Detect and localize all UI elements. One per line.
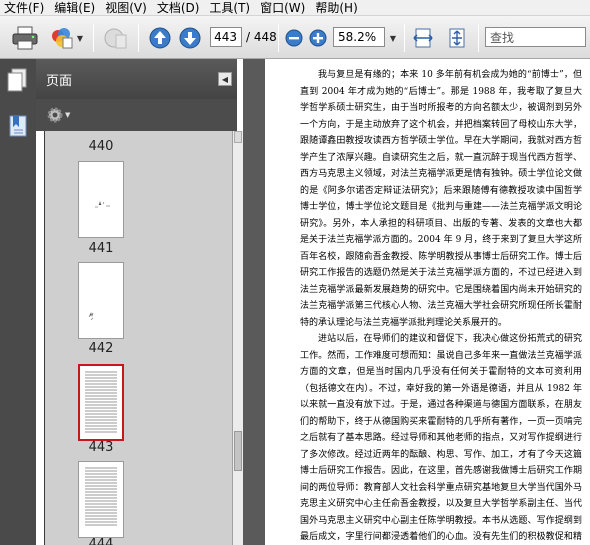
collaborate-button[interactable]: ▼ (46, 24, 86, 52)
document-view[interactable]: 我与复旦是有缘的；本来 10 多年前有机会成为她的“前博士”，但直到 2004 … (265, 59, 590, 545)
arrow-down-icon (179, 27, 201, 49)
scroll-up-arrow[interactable] (234, 131, 242, 143)
thumbnail-preview (95, 200, 110, 208)
zoom-dropdown-button[interactable]: ▼ (386, 28, 400, 48)
thumbnail-label-444: 444 (88, 537, 114, 545)
web-capture-button[interactable] (100, 24, 130, 52)
document-page: 我与复旦是有缘的；本来 10 多年前有机会成为她的“前博士”，但直到 2004 … (300, 67, 582, 545)
chevron-down-icon: ▼ (76, 33, 84, 43)
thumbnail-panel[interactable]: 440 441 442 443 444 (44, 131, 232, 545)
fit-width-button[interactable] (410, 25, 436, 51)
next-page-button[interactable] (178, 25, 202, 51)
page-number-input[interactable]: 443 (210, 27, 242, 47)
fit-page-button[interactable] (444, 25, 470, 51)
print-button[interactable] (10, 24, 40, 52)
navigation-strip (0, 59, 36, 545)
toolbar: ▼ 443 / 448 58.2% ▼ 查找 (0, 16, 590, 59)
toolbar-divider (93, 24, 94, 52)
thumbnail-page-442[interactable] (78, 262, 124, 339)
toolbar-divider (478, 24, 479, 52)
thumbnail-preview (85, 371, 117, 433)
page-total: / 448 (246, 30, 277, 44)
chevron-down-icon: ▼ (389, 33, 397, 43)
menu-file[interactable]: 文件(F) (4, 0, 44, 16)
menu-bar: 文件(F) 编辑(E) 视图(V) 文档(D) 工具(T) 窗口(W) 帮助(H… (0, 0, 590, 16)
menu-window[interactable]: 窗口(W) (260, 0, 305, 16)
arrow-up-icon (149, 27, 171, 49)
thumbnail-preview (88, 311, 94, 321)
plus-icon (309, 29, 327, 47)
toolbar-divider (404, 24, 405, 52)
thumbnail-page-443[interactable] (78, 364, 124, 441)
zoom-in-button[interactable] (308, 28, 328, 48)
previous-page-button[interactable] (148, 25, 172, 51)
toolbar-divider (138, 24, 139, 52)
thumbnail-preview (85, 467, 117, 526)
chevron-left-icon: ◀ (221, 74, 229, 84)
menu-tools[interactable]: 工具(T) (209, 0, 250, 16)
gear-icon (47, 107, 63, 123)
collaborate-icon (51, 28, 73, 49)
search-input[interactable]: 查找 (485, 27, 586, 47)
menu-edit[interactable]: 编辑(E) (54, 0, 95, 16)
bookmarks-nav-button[interactable] (6, 113, 32, 143)
scroll-thumb[interactable] (234, 431, 242, 471)
thumbnail-label-440: 440 (88, 139, 114, 154)
panel-options-bar: ▼ (36, 99, 237, 131)
panel-splitter[interactable] (243, 59, 265, 545)
fit-page-icon (449, 28, 465, 48)
bookmark-icon (9, 115, 27, 137)
thumbnail-label-441: 441 (88, 241, 114, 256)
thumbnail-scrollbar[interactable] (232, 131, 243, 545)
options-button[interactable]: ▼ (46, 105, 76, 125)
document-paragraph: 我与复旦是有缘的；本来 10 多年前有机会成为她的“前博士”，但直到 2004 … (300, 70, 582, 328)
pages-nav-button[interactable] (6, 67, 32, 97)
document-paragraph: 进站以后，在导师们的建议和督促下，我决心做这份拓荒式的研究工作。然而，工作难度可… (300, 334, 582, 542)
zoom-input[interactable]: 58.2% (333, 27, 385, 47)
toolbar-divider (278, 24, 279, 52)
fit-width-icon (413, 28, 433, 48)
thumbnail-label-443: 443 (88, 440, 114, 455)
globe-icon (104, 28, 127, 49)
thumbnail-page-444[interactable] (78, 461, 124, 538)
panel-header: 页面 ◀ (36, 59, 237, 99)
minus-icon (285, 29, 303, 47)
thumbnail-page-441[interactable] (78, 161, 124, 238)
chevron-down-icon: ▼ (65, 111, 71, 119)
menu-view[interactable]: 视图(V) (105, 0, 147, 16)
printer-icon (12, 26, 38, 50)
panel-title: 页面 (46, 73, 73, 89)
thumbnail-label-442: 442 (88, 341, 114, 356)
zoom-out-button[interactable] (284, 28, 304, 48)
collapse-panel-button[interactable]: ◀ (218, 72, 232, 86)
menu-document[interactable]: 文档(D) (157, 0, 200, 16)
menu-help[interactable]: 帮助(H) (315, 0, 357, 16)
pages-icon (7, 68, 27, 92)
